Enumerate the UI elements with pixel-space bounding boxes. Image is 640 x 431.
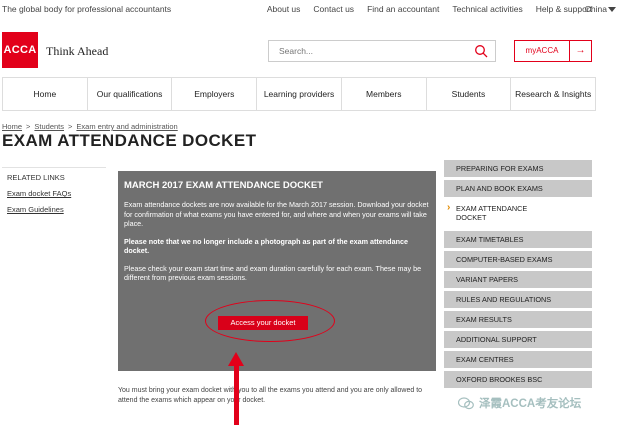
page-title: EXAM ATTENDANCE DOCKET <box>2 131 257 150</box>
section-side-nav: PREPARING FOR EXAMS PLAN AND BOOK EXAMS … <box>444 160 592 391</box>
side-item-computer-based[interactable]: COMPUTER-BASED EXAMS <box>444 251 592 268</box>
myacca-label[interactable]: myACCA <box>515 41 570 61</box>
utility-link-find-accountant[interactable]: Find an accountant <box>367 4 439 14</box>
related-links: RELATED LINKS Exam docket FAQs Exam Guid… <box>2 167 106 221</box>
nav-item-members[interactable]: Members <box>342 78 427 110</box>
nav-item-employers[interactable]: Employers <box>172 78 258 110</box>
search-input[interactable] <box>269 41 459 61</box>
utility-link-technical[interactable]: Technical activities <box>452 4 522 14</box>
breadcrumb-exam-entry[interactable]: Exam entry and administration <box>76 122 177 131</box>
side-item-timetables[interactable]: EXAM TIMETABLES <box>444 231 592 248</box>
watermark: 泽霞ACCA考友论坛 <box>458 395 581 411</box>
brand-tagline: Think Ahead <box>46 44 109 58</box>
side-item-attendance-label[interactable]: EXAM ATTENDANCE DOCKET <box>456 204 546 222</box>
nav-item-students[interactable]: Students <box>427 78 512 110</box>
related-links-heading: RELATED LINKS <box>7 173 65 182</box>
breadcrumb-separator: > <box>26 122 31 131</box>
acca-logo[interactable]: ACCA <box>2 32 38 68</box>
side-item-results[interactable]: EXAM RESULTS <box>444 311 592 328</box>
utility-link-about[interactable]: About us <box>267 4 301 14</box>
myacca-button[interactable]: myACCA → <box>514 40 592 62</box>
related-link-exam-guidelines[interactable]: Exam Guidelines <box>2 205 106 214</box>
side-item-attendance-docket[interactable]: EXAM ATTENDANCE DOCKET <box>444 200 592 228</box>
nav-item-learning-providers[interactable]: Learning providers <box>257 78 342 110</box>
panel-heading: MARCH 2017 EXAM ATTENDANCE DOCKET <box>124 180 323 191</box>
annotation-arrow <box>234 365 239 425</box>
side-item-oxford-brookes[interactable]: OXFORD BROOKES BSC <box>444 371 592 388</box>
breadcrumb-home[interactable]: Home <box>2 122 22 131</box>
panel-paragraph-availability: Exam attendance dockets are now availabl… <box>124 200 429 228</box>
watermark-text: 泽霞ACCA考友论坛 <box>479 398 582 410</box>
utility-tagline: The global body for professional account… <box>2 4 172 14</box>
utility-link-contact[interactable]: Contact us <box>313 4 354 14</box>
side-item-rules[interactable]: RULES AND REGULATIONS <box>444 291 592 308</box>
breadcrumb-students[interactable]: Students <box>34 122 64 131</box>
utility-links: About us Contact us Find an accountant T… <box>267 4 592 14</box>
related-link-docket-faqs[interactable]: Exam docket FAQs <box>2 189 106 198</box>
search-icon[interactable] <box>474 44 488 58</box>
docket-panel: MARCH 2017 EXAM ATTENDANCE DOCKET Exam a… <box>118 171 436 371</box>
side-item-variant-papers[interactable]: VARIANT PAPERS <box>444 271 592 288</box>
wechat-icon <box>458 396 474 409</box>
utility-bar: The global body for professional account… <box>0 0 640 18</box>
nav-item-research[interactable]: Research & Insights <box>511 78 597 110</box>
nav-item-home[interactable]: Home <box>2 78 88 110</box>
chevron-down-icon[interactable] <box>608 7 616 12</box>
nav-item-qualifications[interactable]: Our qualifications <box>88 78 173 110</box>
breadcrumb: Home > Students > Exam entry and administrat… <box>2 122 178 131</box>
side-item-exam-centres[interactable]: EXAM CENTRES <box>444 351 592 368</box>
side-item-plan-book[interactable]: PLAN AND BOOK EXAMS <box>444 180 592 197</box>
panel-paragraph-timing-note: Please check your exam start time and ex… <box>124 263 422 283</box>
utility-link-help[interactable]: Help & support <box>536 4 592 14</box>
country-selector[interactable]: China <box>585 4 607 14</box>
annotation-arrow-head <box>228 352 244 366</box>
side-item-additional-support[interactable]: ADDITIONAL SUPPORT <box>444 331 592 348</box>
main-nav: Home Our qualifications Employers Learni… <box>2 77 597 111</box>
breadcrumb-separator: > <box>68 122 73 131</box>
side-item-preparing[interactable]: PREPARING FOR EXAMS <box>444 160 592 177</box>
arrow-right-icon[interactable]: → <box>570 41 591 61</box>
panel-paragraph-photo-note: Please note that we no longer include a … <box>124 236 408 256</box>
docket-requirement-text: You must bring your exam docket with you… <box>118 387 423 404</box>
search-box <box>268 40 496 62</box>
access-docket-button[interactable]: Access your docket <box>218 316 308 330</box>
